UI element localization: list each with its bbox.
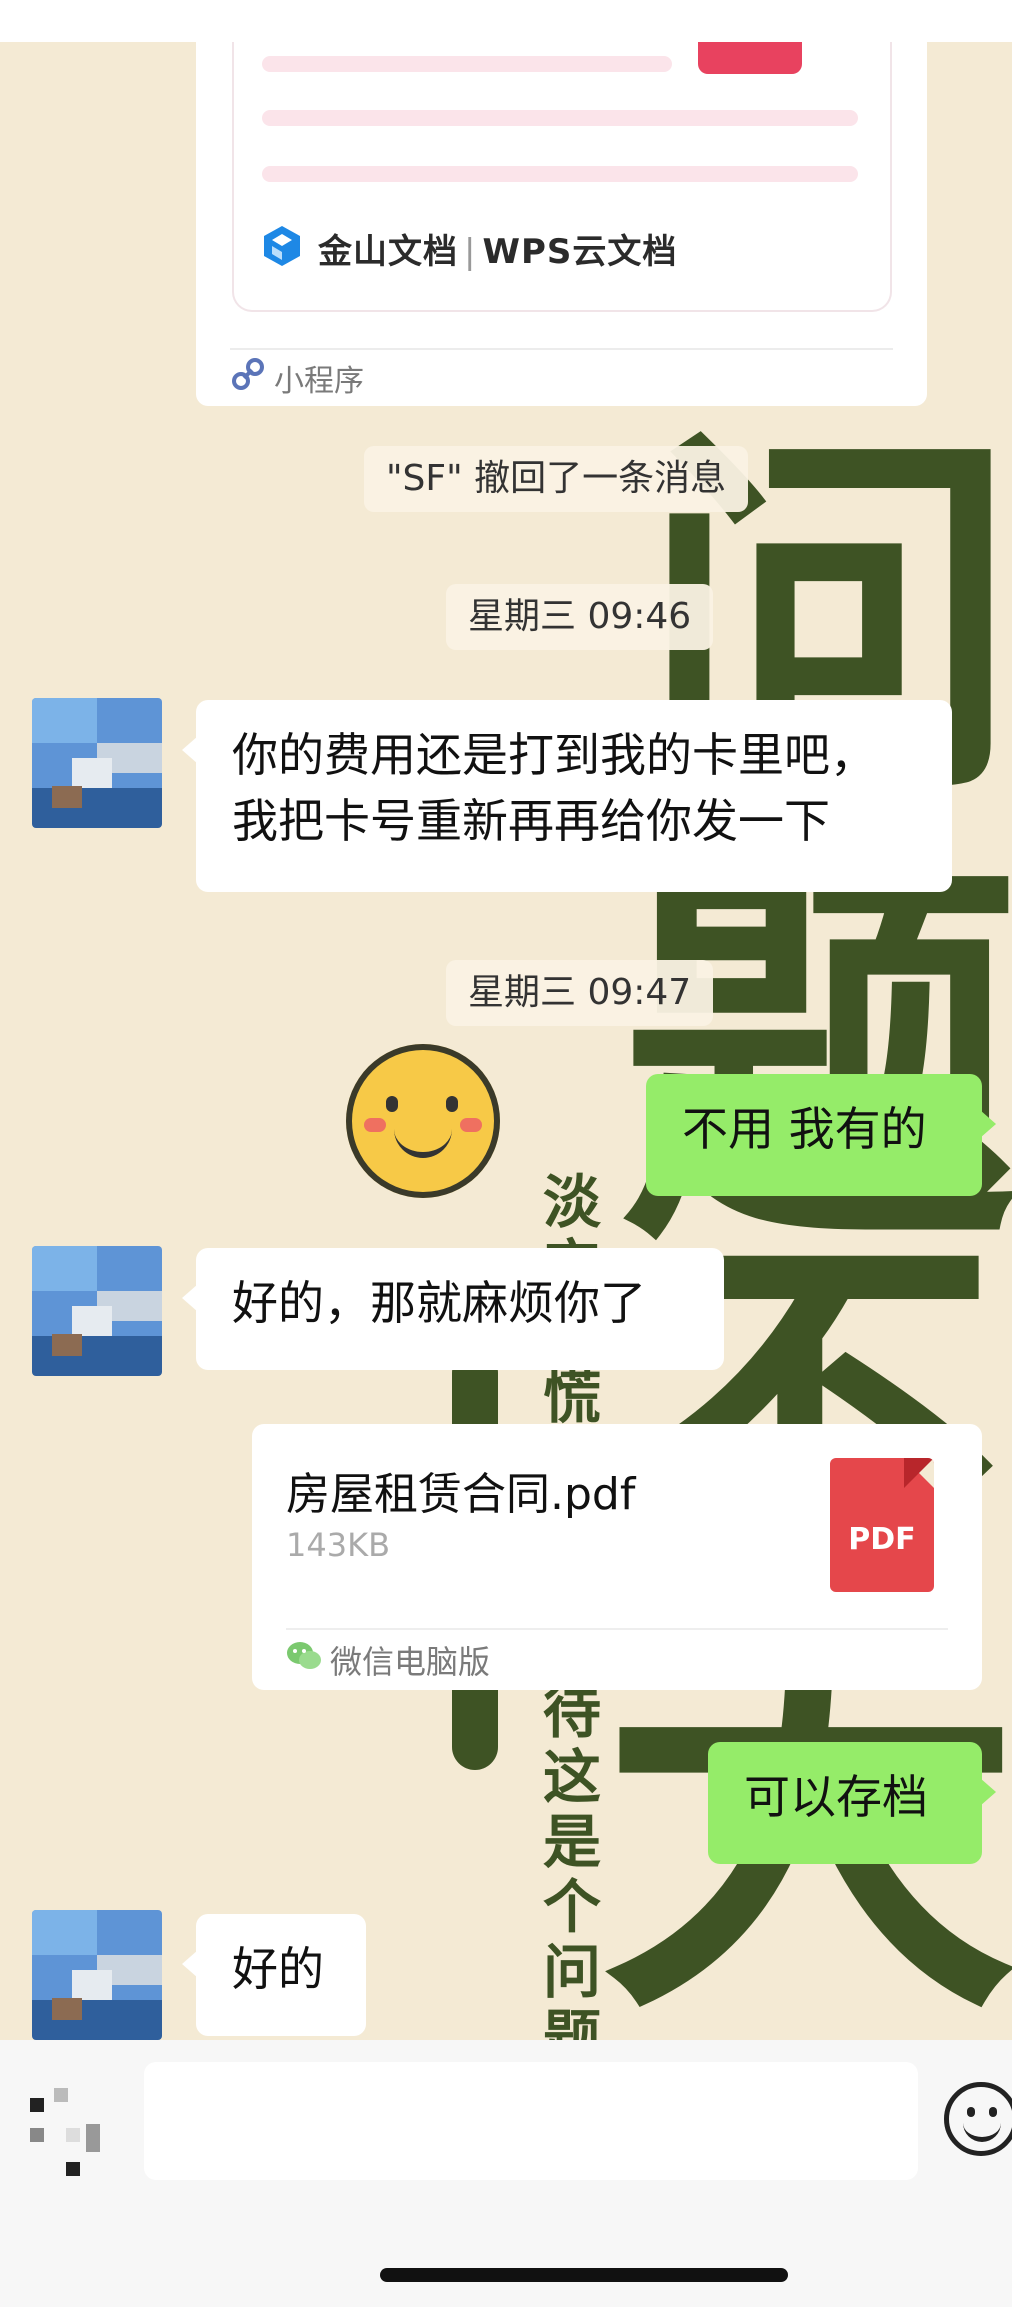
file-source: 微信电脑版 [286, 1636, 490, 1684]
emoji-icon[interactable] [944, 2082, 1012, 2156]
avatar[interactable] [32, 1910, 162, 2040]
wps-logo-icon [262, 224, 302, 272]
preview-line [262, 110, 858, 126]
timestamp: 星期三 09:46 [446, 584, 714, 650]
home-indicator[interactable] [380, 2268, 788, 2282]
message-text: 好的 [232, 1942, 324, 1996]
pdf-label: PDF [848, 1522, 916, 1557]
message-bubble[interactable]: 可以存档 [708, 1742, 996, 1864]
message-input[interactable] [144, 2062, 918, 2180]
message-text: 我把卡号重新再再给你发一下 [232, 794, 830, 848]
message-bubble[interactable]: 你的费用还是打到我的卡里吧， 我把卡号重新再再给你发一下 [182, 700, 952, 892]
input-bar [0, 2040, 1012, 2307]
recall-notice: "SF" 撤回了一条消息 [364, 446, 749, 512]
mini-program-label: 小程序 [274, 364, 364, 399]
message-text: 你的费用还是打到我的卡里吧， [232, 728, 876, 782]
preview-line [262, 166, 858, 182]
preview-line [262, 56, 672, 72]
avatar[interactable] [32, 698, 162, 828]
wps-brand: 金山文档 | WPS云文档 [262, 224, 677, 272]
file-size: 143KB [286, 1526, 391, 1564]
message-text: 可以存档 [744, 1770, 928, 1824]
status-strip [0, 0, 1012, 42]
wechat-icon [286, 1640, 322, 1680]
message-bubble[interactable]: 好的 [182, 1914, 366, 2036]
timestamp: 星期三 09:47 [446, 960, 714, 1026]
file-source-label: 微信电脑版 [330, 1643, 491, 1681]
wps-brand-label: 金山文档 | WPS云文档 [318, 231, 678, 272]
mini-program-preview: 金山文档 | WPS云文档 [232, 42, 892, 312]
message-text: 好的，那就麻烦你了 [232, 1276, 646, 1330]
avatar[interactable] [32, 1246, 162, 1376]
voice-icon[interactable] [30, 2088, 120, 2178]
message-bubble[interactable]: 不用 我有的 [646, 1074, 996, 1196]
file-name: 房屋租赁合同.pdf [286, 1469, 636, 1520]
message-bubble[interactable]: 好的，那就麻烦你了 [182, 1248, 724, 1370]
message-text: 不用 我有的 [682, 1102, 927, 1156]
smiley-icon [346, 1044, 500, 1198]
pdf-file-icon: PDF [830, 1458, 934, 1592]
mini-program-footer: 小程序 [230, 356, 364, 400]
mini-program-card[interactable]: 金山文档 | WPS云文档 小程序 [196, 42, 927, 406]
preview-block [698, 42, 802, 74]
file-message[interactable]: 房屋租赁合同.pdf 143KB PDF 微信电脑版 [252, 1424, 982, 1690]
divider [286, 1628, 948, 1630]
wallpaper-vertical-2: 待这是个问题 [542, 1678, 601, 2071]
link-icon [230, 356, 266, 400]
divider [230, 348, 893, 350]
